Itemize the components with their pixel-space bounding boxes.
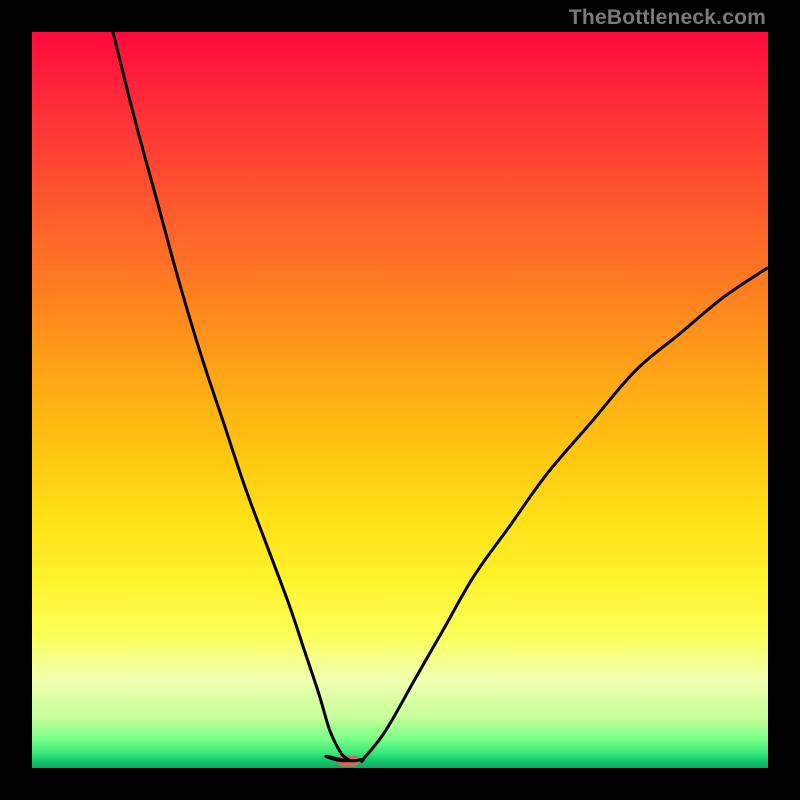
plot-area <box>32 32 768 768</box>
outer-frame: TheBottleneck.com <box>0 0 800 800</box>
minimum-marker <box>337 755 359 766</box>
watermark-text: TheBottleneck.com <box>569 6 766 30</box>
background-gradient <box>32 32 768 768</box>
